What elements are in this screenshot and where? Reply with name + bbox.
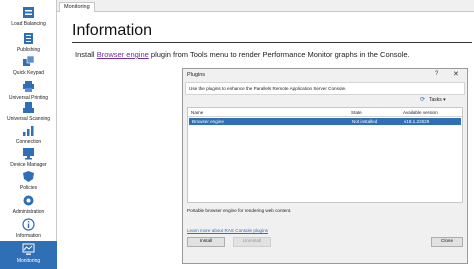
publishing-icon — [24, 33, 33, 44]
monitoring-icon — [22, 243, 35, 255]
nav-label: Load Balancing — [11, 21, 46, 27]
dialog-description: Use the plugins to enhance the Parallels… — [185, 82, 465, 95]
tab-strip: Monitoring — [57, 0, 474, 12]
close-icon[interactable]: ✕ — [453, 70, 459, 78]
table-header: Name State Available version — [188, 108, 462, 117]
nav-label: Monitoring — [16, 258, 41, 264]
refresh-icon[interactable]: ⟳ — [420, 96, 425, 103]
title-divider — [72, 42, 472, 43]
row-version: v18.1.22629 — [404, 119, 430, 124]
learn-more-link[interactable]: Learn more about RAS Console plugins — [187, 228, 268, 233]
uninstall-button[interactable]: Uninstall — [233, 237, 271, 247]
column-header-version[interactable]: Available version — [403, 108, 438, 117]
page-title: Information — [72, 22, 153, 39]
column-header-state[interactable]: State — [351, 108, 362, 117]
app-window: Load Balancing Publishing Quick Keypad U… — [0, 0, 474, 269]
nav-item-monitoring[interactable]: Monitoring — [0, 241, 57, 269]
browser-engine-link[interactable]: Browser engine — [97, 50, 149, 59]
table-row[interactable]: Browser engine Not installed v18.1.22629 — [189, 118, 461, 125]
row-name: Browser engine — [192, 119, 224, 124]
administration-icon — [23, 195, 34, 206]
plugin-description: Portable browser engine for rendering we… — [187, 208, 292, 213]
nav-item-information[interactable]: Information — [0, 216, 57, 244]
nav-label: Information — [15, 233, 41, 239]
scanner-icon — [23, 102, 34, 113]
tab-monitoring[interactable]: Monitoring — [59, 2, 95, 12]
quick-keypad-icon — [23, 55, 35, 66]
info-message: Install Browser engine plugin from Tools… — [75, 50, 410, 59]
row-state: Not installed — [352, 119, 378, 124]
left-nav: Load Balancing Publishing Quick Keypad U… — [0, 0, 57, 269]
nav-label: Quick Keypad — [12, 70, 45, 76]
load-balancing-icon — [23, 7, 34, 18]
info-suffix: plugin from Tools menu to render Perform… — [148, 50, 410, 59]
tasks-label: Tasks — [429, 97, 442, 103]
nav-item-load-balancing[interactable]: Load Balancing — [0, 4, 57, 32]
device-manager-icon — [23, 148, 34, 160]
information-icon — [22, 218, 35, 231]
info-prefix: Install — [75, 50, 97, 59]
nav-label: Policies — [19, 185, 38, 191]
close-button[interactable]: Close — [431, 237, 463, 247]
nav-label: Administration — [12, 209, 45, 215]
policies-icon — [23, 171, 34, 182]
chevron-down-icon: ▾ — [443, 97, 446, 103]
dialog-title: Plugins — [187, 72, 206, 78]
plugins-dialog: Plugins ? ✕ Use the plugins to enhance t… — [182, 68, 468, 264]
tasks-dropdown[interactable]: ⟳ Tasks ▾ — [420, 97, 446, 103]
column-header-name[interactable]: Name — [191, 108, 203, 117]
install-button[interactable]: Install — [187, 237, 225, 247]
printer-icon — [23, 81, 34, 92]
help-button[interactable]: ? — [435, 71, 438, 77]
nav-item-quick-keypad[interactable]: Quick Keypad — [0, 53, 57, 81]
connection-icon — [23, 126, 34, 136]
plugins-table: Name State Available version Browser eng… — [187, 107, 463, 203]
